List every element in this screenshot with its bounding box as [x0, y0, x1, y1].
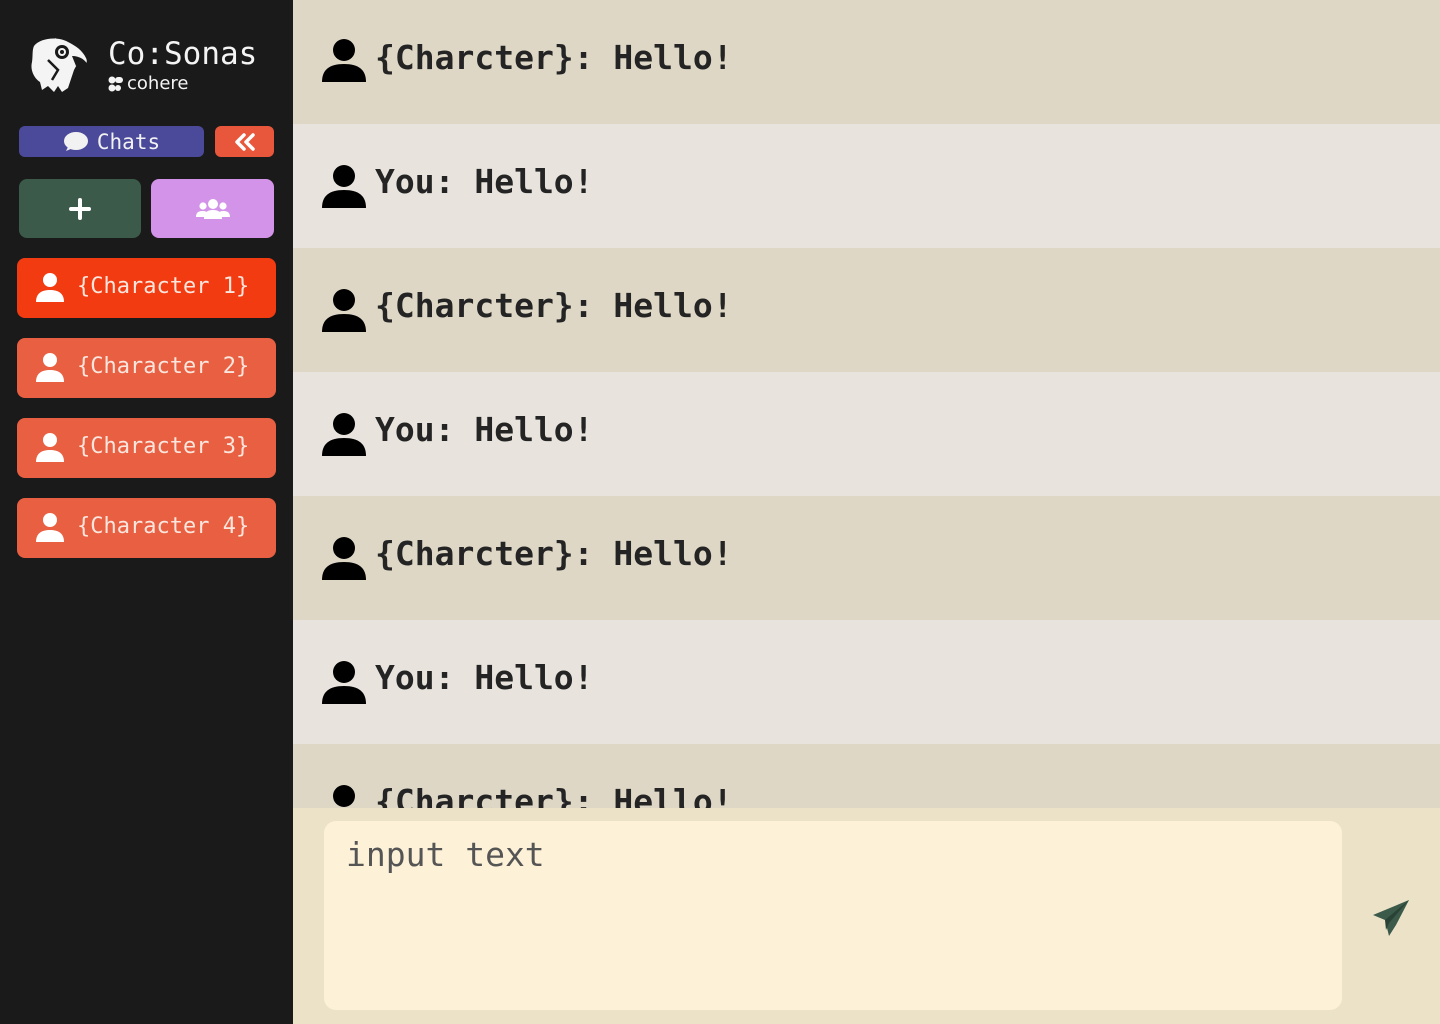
message-text: You: Hello!: [375, 162, 594, 201]
paper-plane-icon: [1373, 900, 1409, 936]
message-row: {Charcter}: Hello!: [293, 744, 1440, 808]
message-text: {Charcter}: Hello!: [375, 534, 733, 573]
user-icon: [36, 273, 64, 302]
user-icon: [36, 433, 64, 462]
message-text: {Charcter}: Hello!: [375, 38, 733, 77]
chat-bubble-icon: [63, 131, 88, 151]
avatar-user-icon: [322, 39, 366, 82]
character-item-2[interactable]: {Character 2}: [17, 338, 276, 398]
character-item-4[interactable]: {Character 4}: [17, 498, 276, 558]
character-item-label: {Character 4}: [77, 514, 250, 539]
group-chat-button[interactable]: [151, 179, 274, 238]
cohere-brand: cohere: [108, 73, 188, 95]
avatar-user-icon: [333, 785, 355, 807]
avatar-user-icon: [322, 537, 366, 580]
sidebar: Co:Sonas cohere Chats {Character 1} {Cha…: [0, 0, 293, 1024]
message-row: You: Hello!: [293, 372, 1440, 496]
app-logo: Co:Sonas cohere: [28, 34, 278, 96]
cohere-mark-icon: [108, 76, 123, 92]
character-item-label: {Character 3}: [77, 434, 250, 459]
message-row: {Charcter}: Hello!: [293, 496, 1440, 620]
character-item-3[interactable]: {Character 3}: [17, 418, 276, 478]
users-group-icon: [195, 198, 230, 219]
tab-chats-label: Chats: [96, 129, 161, 154]
plus-icon: [69, 197, 91, 220]
character-item-label: {Character 1}: [77, 274, 250, 299]
double-chevron-left-icon: [234, 132, 255, 151]
message-row: {Charcter}: Hello!: [293, 248, 1440, 372]
message-text: {Charcter}: Hello!: [375, 286, 733, 325]
new-chat-button[interactable]: [19, 179, 141, 238]
user-icon: [36, 353, 64, 382]
collapse-sidebar-button[interactable]: [215, 126, 274, 157]
tab-chats[interactable]: Chats: [19, 126, 204, 157]
message-text: You: Hello!: [375, 658, 594, 697]
avatar-user-icon: [322, 289, 366, 332]
parrot-logo-icon: [31, 38, 88, 92]
message-text: {Charcter}: Hello!: [375, 782, 733, 808]
send-button[interactable]: [1369, 896, 1413, 940]
avatar-user-icon: [322, 413, 366, 456]
avatar-user-icon: [322, 661, 366, 704]
message-text: You: Hello!: [375, 410, 594, 449]
chat-main: {Charcter}: Hello! You: Hello! {Charcter…: [293, 0, 1440, 1024]
character-item-1[interactable]: {Character 1}: [17, 258, 276, 318]
avatar-user-icon: [322, 165, 366, 208]
message-row: You: Hello!: [293, 124, 1440, 248]
message-row: You: Hello!: [293, 620, 1440, 744]
app-title: Co:Sonas: [108, 36, 258, 72]
composer: [293, 808, 1440, 1024]
message-input[interactable]: [324, 821, 1342, 1010]
brand-text: cohere: [127, 73, 189, 94]
message-row: {Charcter}: Hello!: [293, 0, 1440, 124]
character-item-label: {Character 2}: [77, 354, 250, 379]
user-icon: [36, 513, 64, 542]
message-list[interactable]: {Charcter}: Hello! You: Hello! {Charcter…: [293, 0, 1440, 808]
